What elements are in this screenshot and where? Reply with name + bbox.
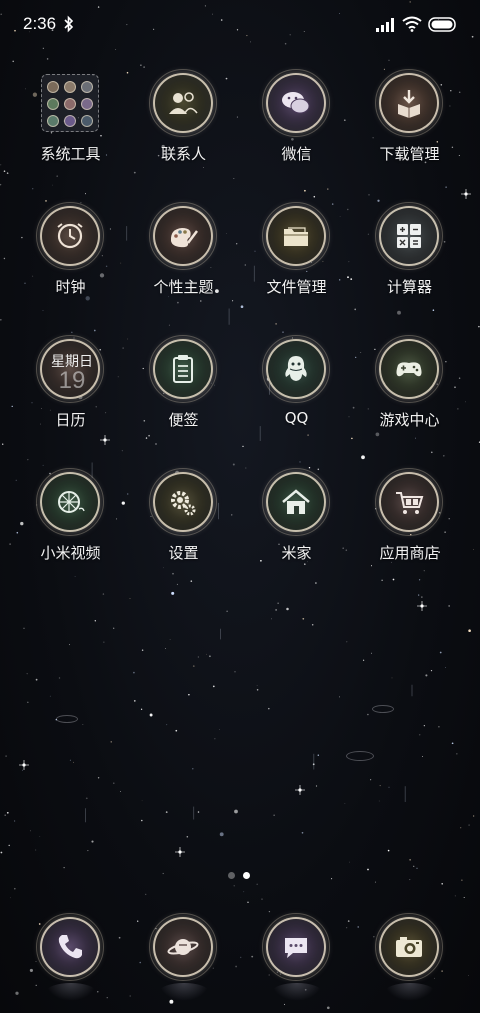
store-icon — [375, 468, 443, 536]
signal-icon — [376, 18, 394, 32]
camera-icon — [375, 913, 443, 981]
app-settings[interactable]: 设置 — [127, 468, 240, 582]
folder-icon — [41, 74, 99, 132]
dock-camera[interactable] — [353, 913, 466, 1007]
gamepad-icon — [375, 335, 443, 403]
dock-browser[interactable] — [127, 913, 240, 1007]
app-label: 计算器 — [386, 278, 432, 296]
app-label: 时钟 — [55, 278, 86, 296]
gear-icon — [149, 468, 217, 536]
app-label: 米家 — [281, 544, 312, 562]
browser-icon — [149, 913, 217, 981]
app-grid: 系统工具 联系人 微信 下载管理 时钟 个性主题 文件管理 计算器 星期日 19… — [0, 0, 480, 1013]
theme-icon — [149, 202, 217, 270]
calendar-icon: 星期日 19 — [36, 335, 104, 403]
app-calculator[interactable]: 计算器 — [353, 202, 466, 316]
battery-icon — [428, 17, 456, 32]
app-notes[interactable]: 便签 — [127, 335, 240, 449]
page-dot-1[interactable] — [228, 872, 235, 879]
icon-reflection — [272, 983, 322, 1001]
app-label: 游戏中心 — [379, 411, 440, 429]
app-label: 日历 — [55, 411, 86, 429]
app-game-center[interactable]: 游戏中心 — [353, 335, 466, 449]
app-label: 个性主题 — [153, 278, 214, 296]
video-icon — [36, 468, 104, 536]
messages-icon — [262, 913, 330, 981]
app-label: 文件管理 — [266, 278, 327, 296]
status-time: 2:36 — [23, 14, 57, 33]
app-mi-video[interactable]: 小米视频 — [14, 468, 127, 582]
wechat-icon — [262, 69, 330, 137]
phone-icon — [36, 913, 104, 981]
page-dot-2-active[interactable] — [243, 872, 250, 879]
app-label: 联系人 — [160, 145, 206, 163]
qq-icon — [262, 335, 330, 403]
app-label: 微信 — [281, 145, 312, 163]
app-contacts[interactable]: 联系人 — [127, 69, 240, 183]
status-bar: 2:36 — [0, 0, 480, 52]
home-icon — [262, 468, 330, 536]
app-system-tools[interactable]: 系统工具 — [14, 73, 127, 183]
app-app-store[interactable]: 应用商店 — [353, 468, 466, 582]
bluetooth-icon — [64, 15, 74, 33]
app-themes[interactable]: 个性主题 — [127, 202, 240, 316]
app-label: 下载管理 — [379, 145, 440, 163]
icon-reflection — [159, 983, 209, 1001]
app-label: 设置 — [168, 544, 199, 562]
app-wechat[interactable]: 微信 — [240, 69, 353, 183]
notes-icon — [149, 335, 217, 403]
app-file-manager[interactable]: 文件管理 — [240, 202, 353, 316]
app-calendar[interactable]: 星期日 19 日历 — [14, 335, 127, 449]
decor-ellipse — [372, 705, 394, 713]
icon-reflection — [46, 983, 96, 1001]
download-icon — [375, 69, 443, 137]
page-indicator — [226, 870, 256, 882]
file-icon — [262, 202, 330, 270]
contacts-icon — [149, 69, 217, 137]
clock-icon — [36, 202, 104, 270]
icon-reflection — [385, 983, 435, 1001]
app-label: 应用商店 — [379, 544, 440, 562]
dock-phone[interactable] — [14, 913, 127, 1007]
app-clock[interactable]: 时钟 — [14, 202, 127, 316]
app-label: 小米视频 — [40, 544, 101, 562]
app-download-manager[interactable]: 下载管理 — [353, 69, 466, 183]
app-label: 系统工具 — [40, 145, 101, 163]
app-label: 便签 — [168, 411, 199, 429]
app-qq[interactable]: QQ — [240, 335, 353, 449]
wifi-icon — [402, 16, 422, 32]
decor-ellipse — [56, 715, 78, 723]
decor-ellipse — [346, 751, 374, 761]
calendar-date: 19 — [58, 367, 86, 394]
calendar-weekday: 星期日 — [51, 354, 93, 370]
dock-messages[interactable] — [240, 913, 353, 1007]
app-mi-home[interactable]: 米家 — [240, 468, 353, 582]
app-label: QQ — [284, 409, 309, 427]
dock — [0, 912, 480, 1012]
calculator-icon — [375, 202, 443, 270]
